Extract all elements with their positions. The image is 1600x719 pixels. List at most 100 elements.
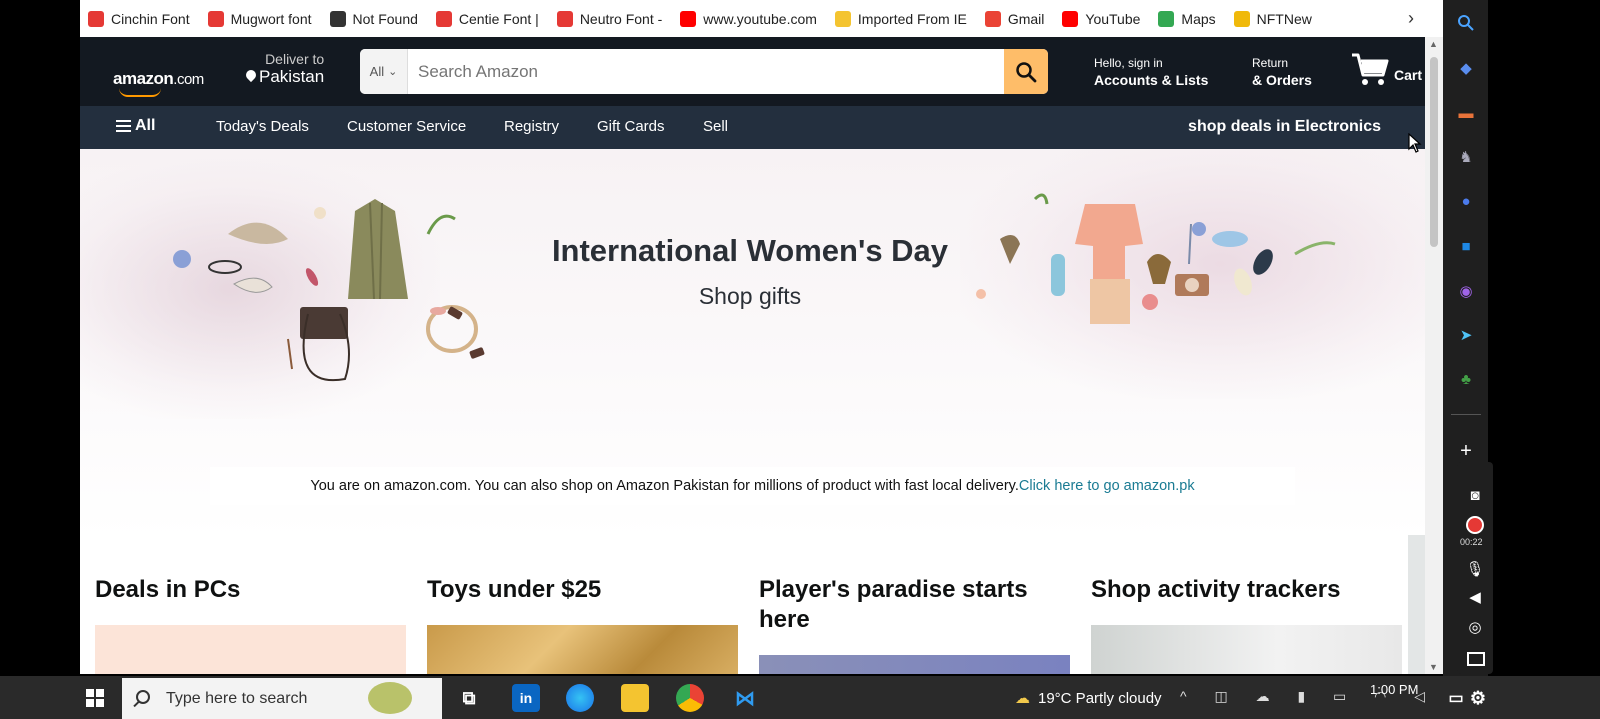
divider: [1451, 414, 1481, 415]
search-input[interactable]: [408, 49, 1004, 94]
bookmark-item[interactable]: Not Found: [329, 10, 418, 27]
bookmark-label: Not Found: [352, 10, 418, 27]
bookmark-item[interactable]: Maps: [1158, 10, 1216, 27]
settings-gear-icon[interactable]: ⚙: [1464, 684, 1492, 712]
tree-icon[interactable]: ♣: [1455, 368, 1477, 390]
d-circle-icon: [556, 10, 573, 27]
mouse-cursor-icon: [1408, 133, 1422, 153]
screen: Cinchin Font Mugwort font Not Found Centie …: [0, 0, 1600, 719]
scroll-up-icon[interactable]: ▲: [1429, 39, 1438, 49]
card-image[interactable]: [1091, 625, 1402, 674]
chevron-right-icon[interactable]: ›: [1408, 8, 1414, 29]
cart-button[interactable]: Cart: [1350, 51, 1422, 87]
youtube-icon: [1062, 10, 1079, 27]
vscode-icon[interactable]: ⋈: [731, 684, 759, 712]
account-lists[interactable]: Hello, sign in Accounts & Lists: [1094, 55, 1208, 89]
tag-icon[interactable]: ◆: [1455, 57, 1477, 79]
search-highlight-icon: [368, 682, 412, 714]
briefcase-icon[interactable]: ▬: [1455, 102, 1477, 124]
binance-icon: [1233, 10, 1250, 27]
outlook-icon[interactable]: ■: [1455, 235, 1477, 257]
chevron-down-icon: ⌄: [388, 66, 398, 78]
search-icon: [136, 690, 150, 704]
bookmark-label: Maps: [1181, 10, 1216, 27]
nav-todays-deals[interactable]: Today's Deals: [216, 118, 309, 135]
windows-start-icon[interactable]: [86, 689, 104, 707]
returns-orders[interactable]: Return & Orders: [1252, 55, 1312, 89]
amazon-logo[interactable]: amazon.com: [113, 69, 204, 97]
file-explorer-icon[interactable]: [621, 684, 649, 712]
card-image[interactable]: [95, 625, 406, 674]
bookmark-label: NFTNew: [1256, 10, 1312, 27]
deliver-label: Deliver to: [265, 51, 325, 67]
returns-label: Return: [1252, 56, 1289, 70]
recording-timer: 00:22: [1460, 537, 1483, 547]
linkedin-icon[interactable]: in: [512, 684, 540, 712]
bookmark-item[interactable]: Centie Font |: [435, 10, 539, 27]
slash-icon: [329, 10, 346, 27]
dafont-icon: [88, 10, 104, 27]
speaker-icon[interactable]: ◀: [1464, 586, 1486, 608]
account-label: Accounts & Lists: [1094, 72, 1209, 88]
task-view-icon[interactable]: ⧉: [455, 684, 483, 712]
nav-customer-service[interactable]: Customer Service: [347, 118, 466, 135]
search-icon[interactable]: [1455, 12, 1477, 34]
record-icon[interactable]: [1466, 516, 1484, 534]
office-icon[interactable]: ●: [1455, 190, 1477, 212]
search-category-value: All: [369, 64, 385, 79]
sub-nav: All Today's Deals Customer Service Regis…: [80, 106, 1455, 149]
bookmark-label: Mugwort font: [230, 10, 312, 27]
card-toys[interactable]: Toys under $25: [412, 535, 744, 674]
bookmark-item[interactable]: Imported From IE: [834, 10, 967, 27]
nav-gift-cards[interactable]: Gift Cards: [597, 118, 665, 135]
taskbar-clock[interactable]: 1:00 PM: [1370, 682, 1418, 697]
chrome-icon[interactable]: [676, 684, 704, 712]
amazon-pk-link[interactable]: Click here to go amazon.pk: [1019, 478, 1195, 494]
card-title: Player's paradise starts here: [759, 576, 1028, 633]
designer-icon[interactable]: ◉: [1455, 280, 1477, 302]
bookmark-item[interactable]: NFTNew: [1233, 10, 1312, 27]
search-category-select[interactable]: All ⌄: [360, 49, 408, 94]
camera-icon[interactable]: ◙: [1464, 484, 1486, 506]
maps-icon: [1158, 10, 1175, 27]
nav-sell[interactable]: Sell: [703, 118, 728, 135]
bookmark-item[interactable]: Cinchin Font: [88, 10, 190, 27]
bookmark-item[interactable]: YouTube: [1062, 10, 1140, 27]
card-image[interactable]: [759, 655, 1070, 674]
bookmark-item[interactable]: Gmail: [984, 10, 1045, 27]
country-notice: You are on amazon.com. You can also shop…: [210, 467, 1295, 505]
card-gaming[interactable]: Player's paradise starts here: [744, 535, 1076, 674]
send-icon[interactable]: ➤: [1455, 324, 1477, 346]
nav-registry[interactable]: Registry: [504, 118, 559, 135]
dafont-icon: [207, 10, 224, 27]
card-row: Deals in PCs Toys under $25 Player's par…: [80, 535, 1425, 674]
bookmark-label: Imported From IE: [857, 10, 967, 27]
webcam-icon[interactable]: ◎: [1464, 616, 1486, 638]
taskbar-search-placeholder: Type here to search: [166, 689, 308, 707]
screen-icon[interactable]: [1467, 652, 1485, 666]
deliver-to[interactable]: Deliver to Pakistan: [245, 51, 324, 87]
bookmark-label: Neutro Font -: [579, 10, 663, 27]
bookmark-label: Gmail: [1007, 10, 1045, 27]
taskbar-search[interactable]: Type here to search: [122, 678, 442, 719]
bookmark-item[interactable]: www.youtube.com: [680, 10, 817, 27]
bookmark-item[interactable]: Mugwort font: [207, 10, 312, 27]
microphone-icon[interactable]: 🎙: [1464, 558, 1486, 580]
card-trackers[interactable]: Shop activity trackers: [1076, 535, 1408, 674]
logo-suffix: .com: [173, 71, 204, 88]
card-image[interactable]: [427, 625, 738, 674]
weather-widget[interactable]: ☁ 19°C Partly cloudy: [1015, 689, 1162, 707]
add-icon[interactable]: +: [1455, 440, 1477, 462]
page-scrollbar[interactable]: ▲ ▼: [1425, 37, 1443, 674]
bookmark-item[interactable]: Neutro Font -: [556, 10, 663, 27]
search-button[interactable]: [1004, 49, 1048, 94]
games-icon[interactable]: ♞: [1455, 146, 1477, 168]
card-deals-pcs[interactable]: Deals in PCs: [80, 535, 412, 674]
scroll-down-icon[interactable]: ▼: [1429, 662, 1438, 672]
bookmark-label: Cinchin Font: [111, 10, 190, 27]
edge-icon[interactable]: [566, 684, 594, 712]
all-menu-button[interactable]: All: [116, 117, 155, 135]
promo-electronics-link[interactable]: shop deals in Electronics: [1188, 118, 1381, 136]
weather-text: 19°C Partly cloudy: [1038, 690, 1162, 707]
scroll-thumb[interactable]: [1430, 57, 1438, 247]
